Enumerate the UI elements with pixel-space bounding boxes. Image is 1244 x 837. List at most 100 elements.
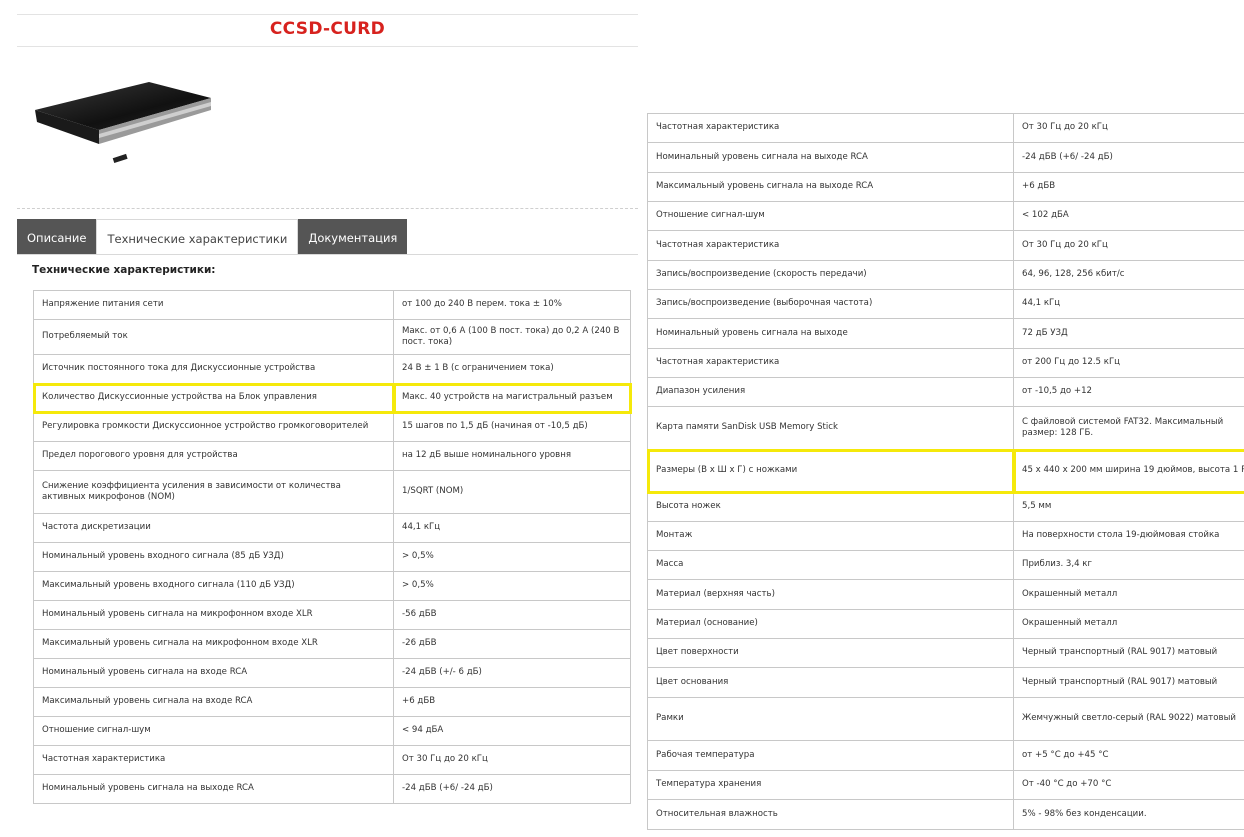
spec-name: Размеры (В x Ш x Г) с ножками: [647, 448, 1015, 494]
spec-continuation-panel: Частотная характеристика От 30 Гц до 20 к…: [647, 0, 1244, 837]
table-row: Количество Дискуссионные устройства на Б…: [32, 382, 632, 414]
table-row: Максимальный уровень сигнала на входе RC…: [33, 687, 631, 717]
spec-value: От 30 Гц до 20 кГц: [1013, 113, 1244, 143]
table-row: Цвет основания Черный транспортный (RAL 9…: [647, 667, 1244, 698]
table-row: Высота ножек 5,5 мм: [647, 492, 1244, 522]
spec-name: Напряжение питания сети: [33, 290, 394, 320]
spec-value: Черный транспортный (RAL 9017) матовый: [1013, 638, 1244, 668]
spec-name: Максимальный уровень сигнала на выходе R…: [647, 172, 1014, 202]
product-title: CCSD-CURD: [269, 19, 386, 39]
spec-name: Отношение сигнал-шум: [33, 716, 394, 746]
spec-name: Количество Дискуссионные устройства на Б…: [32, 382, 395, 414]
spec-name: Номинальный уровень сигнала на выходе RC…: [33, 774, 394, 804]
table-row: Номинальный уровень сигнала на выходе RC…: [647, 142, 1244, 173]
spec-name: Относительная влажность: [647, 799, 1014, 830]
spec-name: Потребляемый ток: [33, 319, 394, 355]
spec-value: -26 дБВ: [393, 629, 631, 659]
spec-value: от -10,5 до +12: [1013, 377, 1244, 407]
table-row: Максимальный уровень сигнала на микрофон…: [33, 629, 631, 659]
spec-name: Карта памяти SanDisk USB Memory Stick: [647, 406, 1014, 450]
spec-table-left: Напряжение питания сети от 100 до 240 В п…: [32, 290, 632, 804]
table-row: Номинальный уровень сигнала на выходе RC…: [33, 774, 631, 804]
spec-value: От -40 °C до +70 °C: [1013, 770, 1244, 800]
table-row: Запись/воспроизведение (скорость передач…: [647, 260, 1244, 290]
table-row: Монтаж На поверхности стола 19-дюймовая с…: [647, 521, 1244, 551]
spec-value: 64, 96, 128, 256 кбит/с: [1013, 260, 1244, 290]
spec-name: Источник постоянного тока для Дискуссион…: [33, 354, 394, 384]
spec-name: Частотная характеристика: [647, 230, 1014, 261]
spec-value: Черный транспортный (RAL 9017) матовый: [1013, 667, 1244, 698]
spec-value: > 0,5%: [393, 571, 631, 601]
spec-name: Частотная характеристика: [33, 745, 394, 775]
spec-name: Высота ножек: [647, 492, 1014, 522]
product-panel: CCSD-CURD Описание Технические характери…: [17, 0, 638, 837]
table-row: Рамки Жемчужный светло-серый (RAL 9022) м…: [647, 697, 1244, 741]
divider: [17, 14, 638, 15]
spec-value: 72 дБ УЗД: [1013, 318, 1244, 349]
spec-name: Рамки: [647, 697, 1014, 741]
spec-name: Предел порогового уровня для устройства: [33, 441, 394, 471]
table-row: Запись/воспроизведение (выборочная часто…: [647, 289, 1244, 319]
spec-name: Рабочая температура: [647, 740, 1014, 771]
spec-value: 5,5 мм: [1013, 492, 1244, 522]
spec-name: Частотная характеристика: [647, 113, 1014, 143]
table-row: Максимальный уровень входного сигнала (1…: [33, 571, 631, 601]
spec-name: Снижение коэффициента усиления в зависим…: [33, 470, 394, 514]
spec-name: Температура хранения: [647, 770, 1014, 800]
spec-name: Номинальный уровень входного сигнала (85…: [33, 542, 394, 572]
spec-value: от 100 до 240 В перем. тока ± 10%: [393, 290, 631, 320]
table-row: Температура хранения От -40 °C до +70 °C: [647, 770, 1244, 800]
spec-value: от +5 °C до +45 °C: [1013, 740, 1244, 771]
spec-value: Приблиз. 3,4 кг: [1013, 550, 1244, 580]
table-row: Номинальный уровень входного сигнала (85…: [33, 542, 631, 572]
table-row: Номинальный уровень сигнала на входе RCA…: [33, 658, 631, 688]
tab-specifications[interactable]: Технические характеристики: [96, 219, 299, 255]
spec-value: 5% - 98% без конденсации.: [1013, 799, 1244, 830]
spec-name: Материал (верхняя часть): [647, 579, 1014, 610]
tab-bar: Описание Технические характеристики Доку…: [17, 219, 408, 255]
table-row: Относительная влажность 5% - 98% без конд…: [647, 799, 1244, 830]
divider: [17, 254, 638, 255]
spec-value: < 94 дБА: [393, 716, 631, 746]
table-row: Предел порогового уровня для устройства н…: [33, 441, 631, 471]
spec-value: 44,1 кГц: [1013, 289, 1244, 319]
spec-name: Диапазон усиления: [647, 377, 1014, 407]
spec-value: Макс. 40 устройств на магистральный разъ…: [392, 382, 632, 414]
spec-value: -24 дБВ (+/- 6 дБ): [393, 658, 631, 688]
table-row: Отношение сигнал-шум < 102 дБА: [647, 201, 1244, 231]
spec-name: Запись/воспроизведение (скорость передач…: [647, 260, 1014, 290]
spec-name: Номинальный уровень сигнала на микрофонн…: [33, 600, 394, 630]
spec-name: Монтаж: [647, 521, 1014, 551]
spec-value: > 0,5%: [393, 542, 631, 572]
spec-value: +6 дБВ: [1013, 172, 1244, 202]
spec-table-right: Частотная характеристика От 30 Гц до 20 к…: [647, 113, 1244, 830]
spec-value: От 30 Гц до 20 кГц: [393, 745, 631, 775]
spec-name: Цвет основания: [647, 667, 1014, 698]
divider: [17, 208, 638, 209]
spec-value: -24 дБВ (+6/ -24 дБ): [393, 774, 631, 804]
spec-name: Отношение сигнал-шум: [647, 201, 1014, 231]
product-image: [35, 82, 211, 164]
table-row: Материал (основание) Окрашенный металл: [647, 609, 1244, 639]
spec-heading: Технические характеристики:: [32, 264, 216, 276]
table-row: Источник постоянного тока для Дискуссион…: [33, 354, 631, 384]
table-row: Регулировка громкости Дискуссионное устр…: [33, 412, 631, 442]
spec-name: Запись/воспроизведение (выборочная часто…: [647, 289, 1014, 319]
table-row: Частотная характеристика От 30 Гц до 20 к…: [647, 113, 1244, 143]
tab-documentation[interactable]: Документация: [298, 219, 408, 255]
spec-name: Максимальный уровень сигнала на микрофон…: [33, 629, 394, 659]
table-row: Максимальный уровень сигнала на выходе R…: [647, 172, 1244, 202]
spec-name: Номинальный уровень сигнала на выходе RC…: [647, 142, 1014, 173]
spec-name: Цвет поверхности: [647, 638, 1014, 668]
spec-value: 24 В ± 1 В (с ограничением тока): [393, 354, 631, 384]
spec-value: +6 дБВ: [393, 687, 631, 717]
spec-name: Номинальный уровень сигнала на выходе: [647, 318, 1014, 349]
spec-value: от 200 Гц до 12.5 кГц: [1013, 348, 1244, 378]
table-row: Номинальный уровень сигнала на микрофонн…: [33, 600, 631, 630]
spec-value: 45 x 440 x 200 мм ширина 19 дюймов, высо…: [1012, 448, 1244, 494]
table-row: Отношение сигнал-шум < 94 дБА: [33, 716, 631, 746]
tab-description[interactable]: Описание: [17, 219, 97, 255]
table-row: Размеры (В x Ш x Г) с ножками 45 x 440 x …: [647, 448, 1244, 494]
table-row: Частотная характеристика от 200 Гц до 12.…: [647, 348, 1244, 378]
table-row: Номинальный уровень сигнала на выходе 72 …: [647, 318, 1244, 349]
